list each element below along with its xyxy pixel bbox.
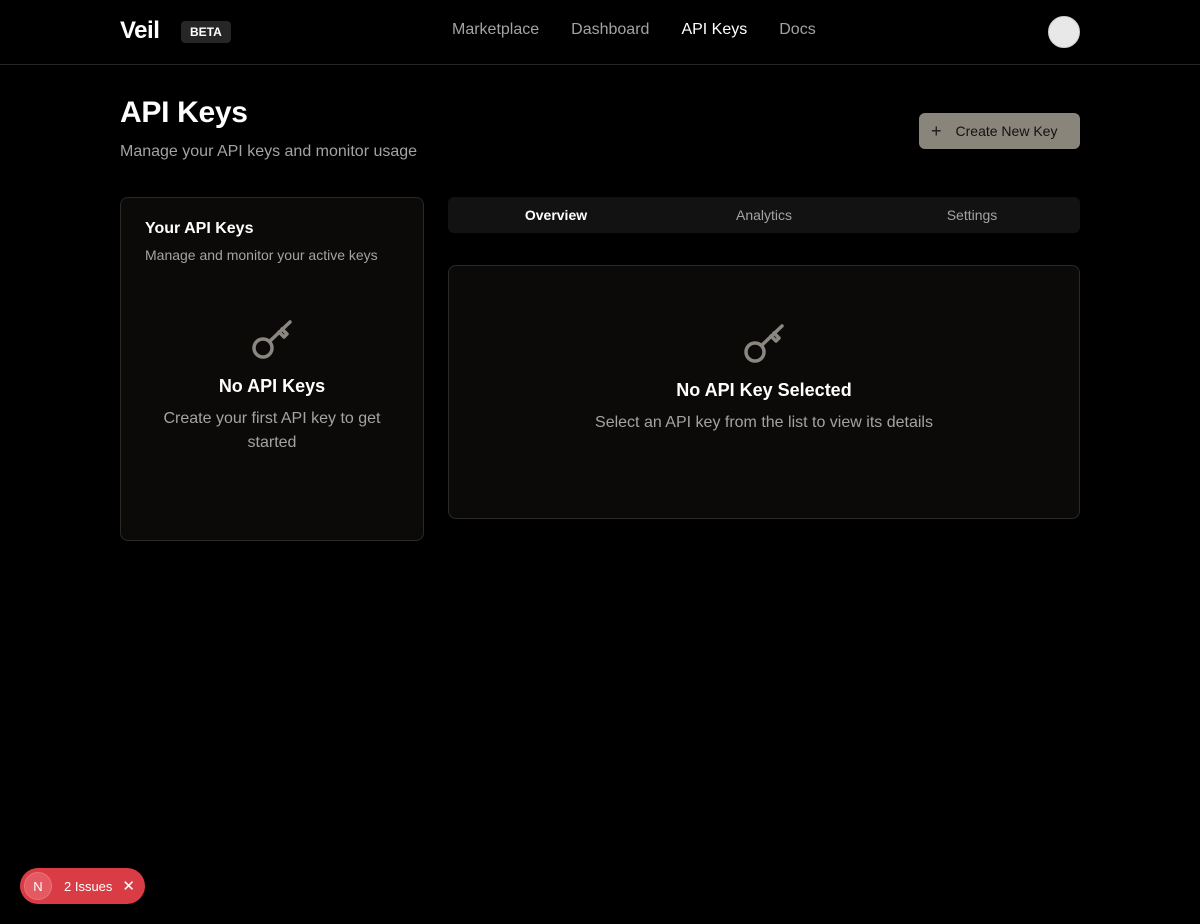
page-title: API Keys: [120, 96, 248, 129]
main-nav: Marketplace Dashboard API Keys Docs: [452, 21, 816, 39]
create-new-key-button[interactable]: + Create New Key: [919, 113, 1080, 149]
detail-empty-text: Select an API key from the list to view …: [595, 414, 933, 431]
tab-analytics[interactable]: Analytics: [660, 197, 868, 233]
api-key-detail-panel: No API Key Selected Select an API key fr…: [448, 265, 1080, 519]
panel-subtitle: Manage and monitor your active keys: [145, 247, 378, 263]
nav-link-marketplace[interactable]: Marketplace: [452, 21, 539, 39]
empty-state-title: No API Keys: [218, 376, 326, 396]
create-new-key-label: Create New Key: [955, 123, 1058, 139]
issues-count[interactable]: 2 Issues: [64, 879, 112, 894]
key-icon: [449, 322, 1079, 366]
nav-link-api-keys[interactable]: API Keys: [681, 21, 747, 39]
panel-title: Your API Keys: [145, 220, 254, 237]
nav-link-dashboard[interactable]: Dashboard: [571, 21, 649, 39]
user-avatar[interactable]: [1048, 16, 1080, 48]
tab-settings[interactable]: Settings: [868, 197, 1076, 233]
detail-empty-state: No API Key Selected Select an API key fr…: [449, 322, 1079, 435]
empty-state: No API Keys Create your first API key to…: [121, 318, 423, 455]
issues-badge[interactable]: N 2 Issues ✕: [20, 868, 145, 904]
key-icon: [121, 318, 423, 362]
next-logo-icon: N: [24, 872, 52, 900]
tab-overview[interactable]: Overview: [452, 197, 660, 233]
detail-empty-title: No API Key Selected: [676, 380, 852, 400]
plus-icon: +: [931, 121, 942, 141]
close-icon[interactable]: ✕: [122, 877, 135, 895]
nav-link-docs[interactable]: Docs: [779, 21, 815, 39]
beta-badge: BETA: [181, 21, 231, 43]
empty-state-text: Create your first API key to get started: [163, 410, 381, 451]
top-nav-bar: Veil BETA Marketplace Dashboard API Keys…: [0, 0, 1200, 65]
detail-tabs: Overview Analytics Settings: [448, 197, 1080, 233]
api-keys-list-panel: Your API Keys Manage and monitor your ac…: [120, 197, 424, 541]
logo[interactable]: Veil: [120, 17, 160, 45]
page-subtitle: Manage your API keys and monitor usage: [120, 143, 418, 160]
